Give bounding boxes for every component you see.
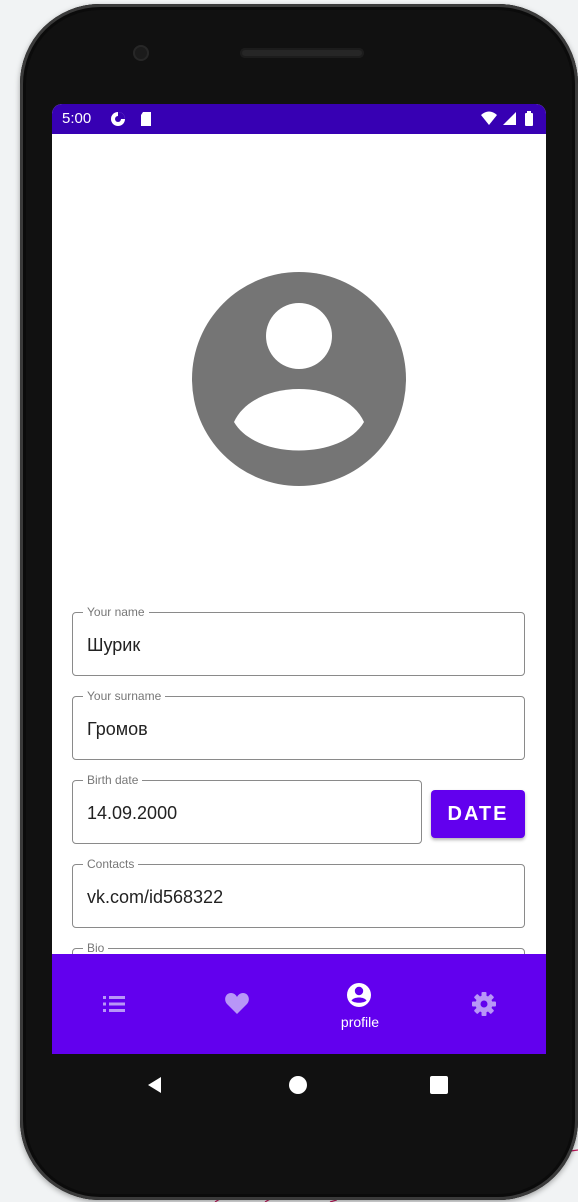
nav-item-settings[interactable] [422,954,546,1054]
nav-label-profile: profile [340,1014,380,1030]
name-field-label: Your name [83,605,149,619]
date-picker-button[interactable]: DATE [431,790,525,838]
contacts-field-label: Contacts [83,857,139,871]
contacts-field-value[interactable]: vk.com/id568322 [87,886,223,908]
account-circle-icon[interactable] [192,272,406,486]
account-circle-icon [347,983,371,1007]
gear-icon [472,992,496,1016]
stage: 5:00 Your name Шурик Your surname Громов… [0,0,578,1202]
front-camera [133,45,149,61]
nav-item-list[interactable] [52,954,176,1054]
birth-date-field[interactable]: Birth date 14.09.2000 [72,773,422,844]
birth-date-field-value[interactable]: 14.09.2000 [87,802,177,824]
wifi-icon [481,111,497,125]
status-bar: 5:00 [52,104,546,134]
earpiece-speaker [240,48,364,58]
list-icon [103,996,125,1012]
bottom-navigation: profile [52,954,546,1054]
battery-icon [525,111,533,126]
home-icon[interactable] [287,1074,309,1096]
signal-icon [503,112,516,125]
surname-field-value[interactable]: Громов [87,718,148,740]
birth-date-field-label: Birth date [83,773,143,787]
back-icon[interactable] [144,1074,166,1096]
status-time: 5:00 [62,110,92,127]
sd-card-icon [141,112,151,126]
nav-item-favorites[interactable] [176,954,300,1054]
system-navigation-bar [52,1054,546,1116]
app-screen: 5:00 Your name Шурик Your surname Громов… [52,104,546,1054]
name-field[interactable]: Your name Шурик [72,605,525,676]
nav-item-profile[interactable]: profile [298,954,422,1054]
contacts-field[interactable]: Contacts vk.com/id568322 [72,857,525,928]
heart-icon [225,993,249,1014]
bio-field-label: Bio [83,941,109,955]
data-saver-icon [111,112,125,126]
name-field-value[interactable]: Шурик [87,634,140,656]
surname-field-label: Your surname [83,689,166,703]
recents-icon[interactable] [428,1074,450,1096]
surname-field[interactable]: Your surname Громов [72,689,525,760]
